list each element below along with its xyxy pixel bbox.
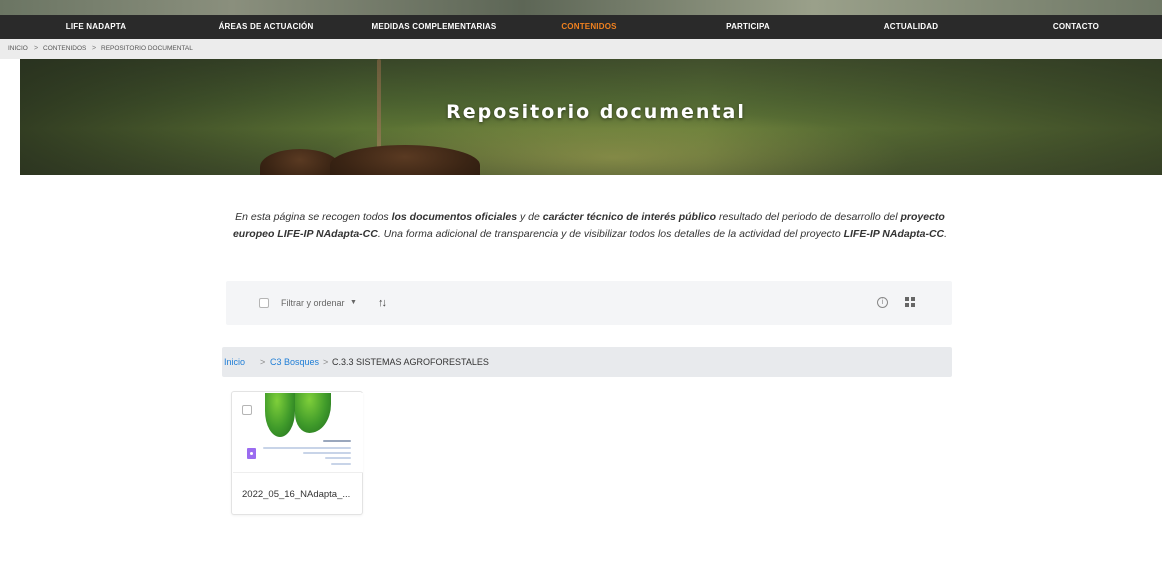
document-icon: [247, 448, 256, 459]
page-title: Repositorio documental: [446, 101, 746, 123]
breadcrumb-contenidos[interactable]: CONTENIDOS: [43, 39, 86, 59]
file-toolbar: Filtrar y ordenar ▼ ↑↓ i: [226, 281, 952, 325]
file-name[interactable]: 2022_05_16_NAdapta_...: [242, 489, 350, 500]
path-c3-bosques-link[interactable]: C3 Bosques: [270, 347, 319, 377]
path-current-folder: C.3.3 SISTEMAS AGROFORESTALES: [332, 357, 489, 367]
file-select-checkbox[interactable]: [242, 405, 252, 415]
intro-text: En esta página se recogen todos los docu…: [232, 211, 948, 240]
leaf-graphic: [295, 393, 331, 433]
breadcrumb-inicio[interactable]: INICIO: [8, 39, 28, 59]
grid-view-icon[interactable]: [905, 297, 916, 308]
main-nav: LIFE NAdapta ÁREAS DE ACTUACIÓN MEDIDAS …: [0, 15, 1162, 39]
thumb-text-line: [325, 457, 351, 459]
nav-item-participa[interactable]: PARTICIPA: [726, 15, 770, 39]
filter-sort-button[interactable]: Filtrar y ordenar: [281, 281, 345, 325]
nav-item-actualidad[interactable]: ACTUALIDAD: [884, 15, 938, 39]
path-inicio-link[interactable]: Inicio: [224, 347, 245, 377]
breadcrumb-separator: >: [34, 45, 39, 52]
nav-item-medidas[interactable]: MEDIDAS COMPLEMENTARIAS: [372, 15, 497, 39]
hero-banner: Repositorio documental: [20, 59, 1162, 175]
nav-item-areas[interactable]: ÁREAS DE ACTUACIÓN: [219, 15, 314, 39]
nav-item-contenidos[interactable]: CONTENIDOS: [561, 15, 616, 39]
nav-item-life-nadapta[interactable]: LIFE NAdapta: [66, 15, 126, 39]
info-icon[interactable]: i: [877, 297, 888, 308]
nav-item-contacto[interactable]: CONTACTO: [1053, 15, 1099, 39]
file-card[interactable]: 2022_05_16_NAdapta_...: [231, 391, 363, 515]
file-thumbnail[interactable]: [233, 393, 363, 473]
select-all-checkbox[interactable]: [259, 298, 269, 308]
path-separator: >: [323, 357, 329, 367]
thumb-text-line: [263, 447, 351, 449]
chevron-down-icon[interactable]: ▼: [350, 281, 357, 325]
thumb-text-line: [323, 440, 351, 442]
folder-path: Inicio > C3 Bosques > C.3.3 SISTEMAS AGR…: [222, 347, 952, 377]
thumb-text-line: [303, 452, 351, 454]
thumb-text-line: [331, 463, 351, 465]
breadcrumb-current: REPOSITORIO DOCUMENTAL: [101, 45, 193, 52]
breadcrumb-separator: >: [92, 45, 97, 52]
breadcrumb: INICIO > CONTENIDOS > REPOSITORIO DOCUME…: [0, 39, 1162, 59]
path-separator: >: [260, 357, 266, 367]
sort-icon[interactable]: ↑↓: [378, 281, 387, 325]
leaf-graphic: [265, 393, 295, 437]
